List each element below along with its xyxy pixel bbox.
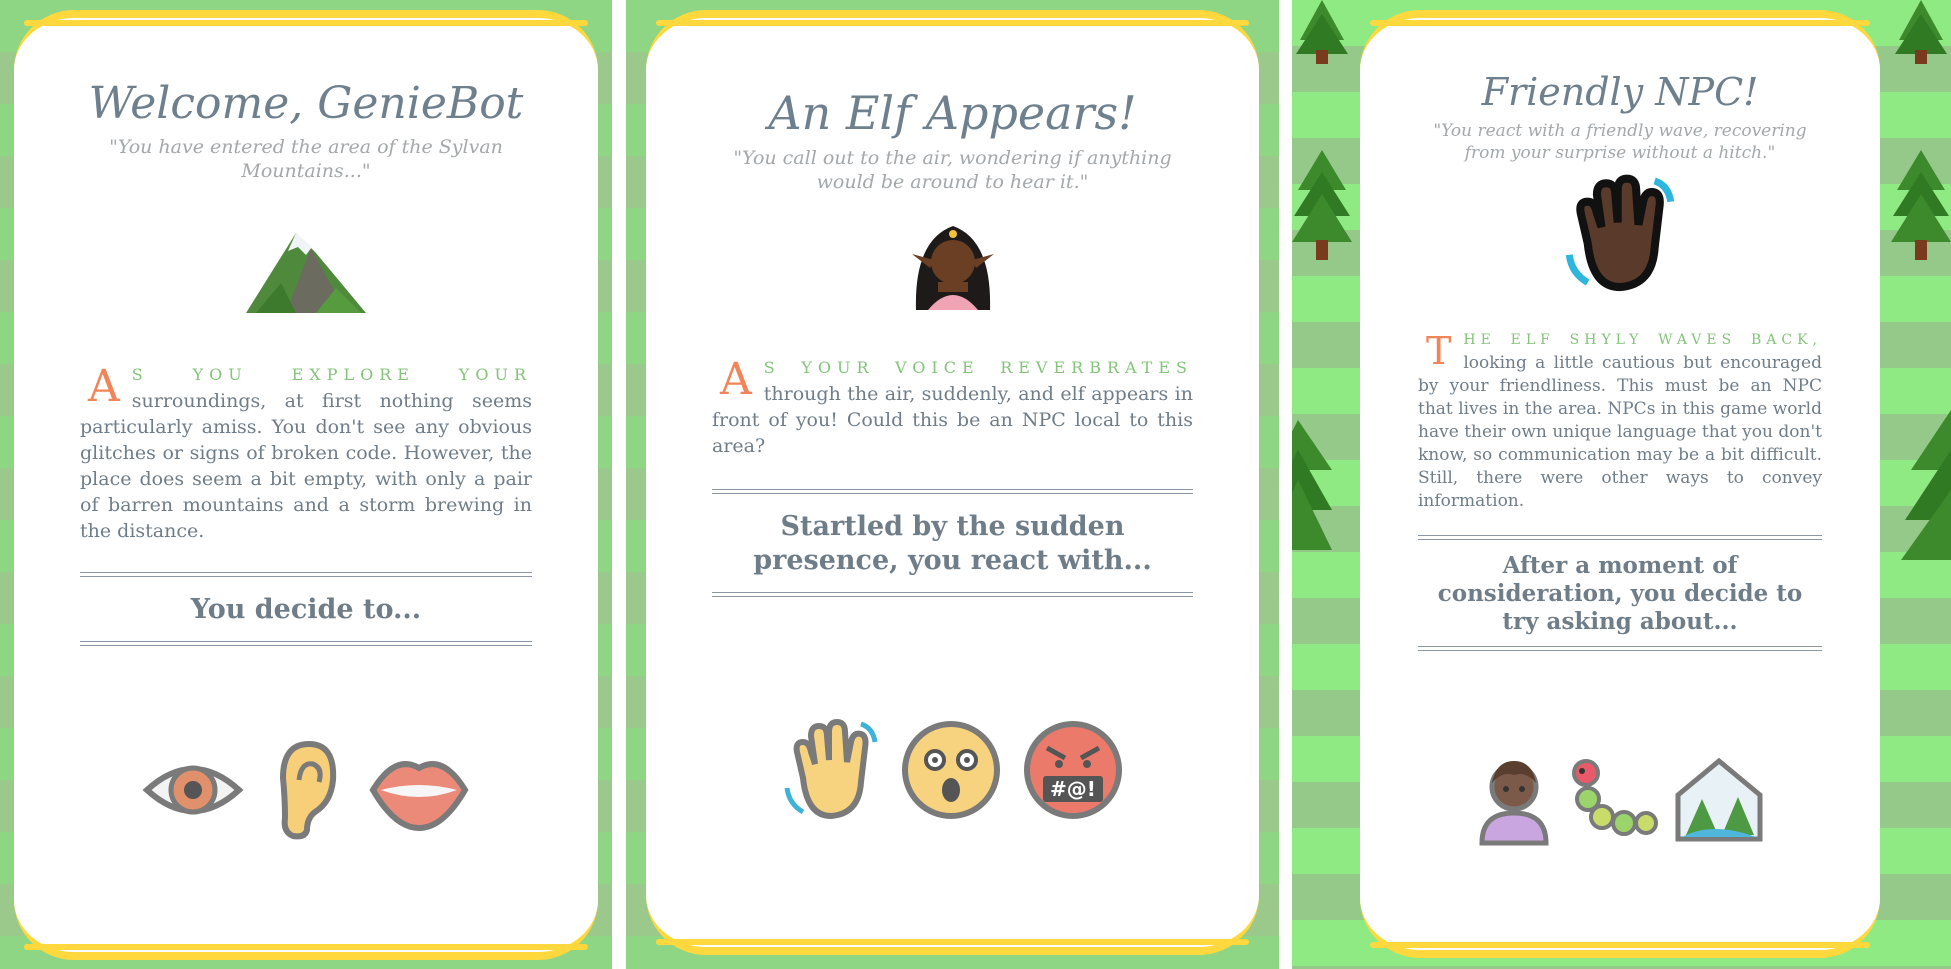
divider: [80, 572, 532, 577]
angry-symbols: #@!: [1050, 777, 1096, 801]
eye-icon[interactable]: [141, 754, 245, 826]
angry-face-icon[interactable]: #@!: [1021, 718, 1125, 822]
story-panel-1: Welcome, GenieBot "You have entered the …: [0, 0, 612, 969]
card-quote: "You call out to the air, wondering if a…: [733, 147, 1172, 193]
choice-prompt: Startled by the sudden presence, you rea…: [753, 511, 1152, 576]
story-card-1: Welcome, GenieBot "You have entered the …: [14, 10, 598, 960]
card-title: Welcome, GenieBot: [88, 78, 524, 129]
pine-tree-icon: [1891, 0, 1951, 64]
card-quote: "You have entered the area of the Sylvan…: [109, 136, 503, 182]
story-text: As your voice reverbrates through the ai…: [712, 354, 1193, 459]
story-panel-2: An Elf Appears! "You call out to the air…: [626, 0, 1279, 969]
divider: [1418, 535, 1822, 540]
card-title: An Elf Appears!: [768, 86, 1137, 140]
drop-cap: T: [1426, 329, 1452, 373]
person-icon[interactable]: [1474, 753, 1554, 847]
ear-icon[interactable]: [271, 738, 341, 842]
drop-cap: A: [720, 354, 752, 405]
landscape-icon[interactable]: [1672, 755, 1766, 845]
lead-words: s you explore your: [131, 365, 532, 384]
story-text: As you explore your surroundings, at fir…: [80, 361, 532, 544]
story-body: through the air, suddenly, and elf appea…: [712, 383, 1193, 457]
story-card-2: An Elf Appears! "You call out to the air…: [646, 10, 1259, 955]
divider: [712, 592, 1193, 597]
story-body: surroundings, at first nothing seems par…: [80, 390, 532, 542]
story-panel-3: Friendly NPC! "You react with a friendly…: [1292, 0, 1951, 969]
drop-cap: A: [88, 361, 120, 412]
divider: [712, 489, 1193, 494]
story-card-3: Friendly NPC! "You react with a friendly…: [1360, 10, 1880, 958]
caterpillar-icon[interactable]: [1568, 755, 1658, 845]
elf-icon: [712, 210, 1193, 310]
story-text: The elf shyly waves back, looking a litt…: [1418, 328, 1822, 513]
pine-tree-icon: [1292, 420, 1332, 560]
lead-words: he elf shyly waves back,: [1463, 332, 1822, 348]
pine-tree-icon: [1901, 410, 1951, 560]
shocked-face-icon[interactable]: [899, 718, 1003, 822]
waving-hand-icon[interactable]: [781, 718, 881, 822]
card-quote: "You react with a friendly wave, recover…: [1433, 121, 1807, 163]
lead-words: s your voice reverbrates: [763, 358, 1193, 377]
divider: [1418, 646, 1822, 651]
story-body: looking a little cautious but encouraged…: [1418, 353, 1822, 511]
mouth-icon[interactable]: [367, 748, 471, 832]
card-title: Friendly NPC!: [1481, 70, 1759, 114]
snow-capped-mountain-icon: [80, 213, 532, 323]
pine-tree-icon: [1891, 150, 1951, 270]
divider: [80, 641, 532, 646]
pine-tree-icon: [1292, 0, 1352, 64]
pine-tree-icon: [1292, 150, 1352, 270]
choice-prompt: You decide to...: [190, 594, 422, 625]
choice-prompt: After a moment of consideration, you dec…: [1437, 552, 1803, 635]
waving-hand-icon: [1418, 174, 1822, 304]
